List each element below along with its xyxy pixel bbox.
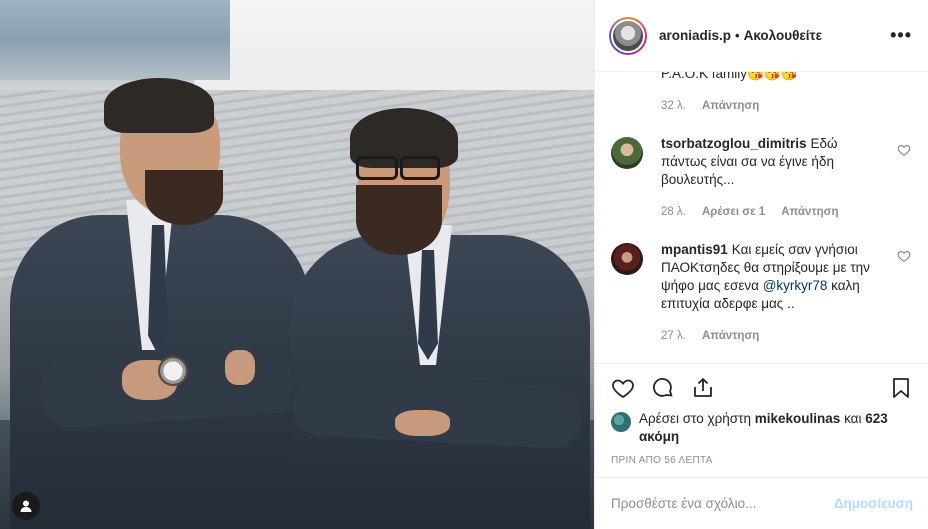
comments-list[interactable]: P.A.O.K family😘😘😘 32 λ. Απάντηση tsorbat…: [595, 72, 928, 364]
comment-time: 32 λ.: [661, 100, 686, 112]
mention-link[interactable]: @kyrkyr78: [763, 278, 828, 293]
likes-prefix: Αρέσει στο χρήστη: [639, 411, 751, 426]
post-timestamp[interactable]: ΠΡΙΝ ΑΠΟ 56 ΛΕΠΤΑ: [611, 455, 713, 466]
comment-meta: 32 λ. Απάντηση: [661, 100, 759, 112]
share-icon[interactable]: [691, 376, 715, 400]
likes-middle: και: [844, 411, 862, 426]
commenter-avatar[interactable]: [611, 243, 643, 275]
header-separator: •: [735, 28, 740, 43]
commenter-username[interactable]: mpantis91: [661, 242, 728, 257]
liker-avatar[interactable]: [611, 412, 631, 432]
heart-icon[interactable]: [611, 376, 635, 400]
like-comment-heart-icon[interactable]: [897, 143, 911, 157]
comment-meta: 27 λ. Απάντηση: [661, 330, 759, 342]
add-comment-bar: Προσθέστε ένα σχόλιο... Δημοσίευση: [595, 477, 928, 529]
comment-likes-button[interactable]: Αρέσει σε 1: [702, 206, 765, 218]
post-header: aroniadis.p • Ακολουθείτε •••: [595, 0, 928, 72]
comment-time: 28 λ.: [661, 206, 686, 218]
left-person: [0, 0, 320, 529]
wrist-watch: [158, 356, 188, 386]
bookmark-icon[interactable]: [889, 376, 913, 400]
user-icon: [20, 500, 32, 512]
post-actions: [595, 364, 928, 412]
reply-button[interactable]: Απάντηση: [702, 100, 759, 112]
header-username[interactable]: aroniadis.p: [659, 28, 731, 43]
comment-icon[interactable]: [651, 376, 675, 400]
comment-input[interactable]: Προσθέστε ένα σχόλιο...: [611, 496, 834, 511]
post-photo[interactable]: [0, 0, 594, 529]
comment-item: mpantis91 Και εμείς σαν γνήσιοι ΠΑΟΚτσηδε…: [611, 242, 911, 343]
right-person: [280, 0, 594, 529]
tagged-users-button[interactable]: [12, 492, 40, 520]
reply-button[interactable]: Απάντηση: [781, 206, 838, 218]
post-comment-button[interactable]: Δημοσίευση: [834, 496, 913, 511]
like-comment-heart-icon[interactable]: [897, 249, 911, 263]
reply-button[interactable]: Απάντηση: [702, 330, 759, 342]
commenter-username[interactable]: tsorbatzoglou_dimitris: [661, 136, 807, 151]
comment-fragment-text: P.A.O.K family😘😘😘: [661, 72, 798, 81]
profile-avatar[interactable]: [609, 16, 647, 55]
post-sidebar: aroniadis.p • Ακολουθείτε ••• P.A.O.K fa…: [594, 0, 928, 529]
likes-summary: Αρέσει στο χρήστη mikekoulinas και 623 α…: [611, 410, 911, 446]
comment-meta: 28 λ. Αρέσει σε 1 Απάντηση: [661, 206, 839, 218]
eyeglasses: [356, 156, 398, 180]
comment-time: 27 λ.: [661, 330, 686, 342]
eyeglasses: [400, 156, 440, 180]
follow-status-button[interactable]: Ακολουθείτε: [744, 28, 822, 43]
liker-username[interactable]: mikekoulinas: [755, 411, 841, 426]
commenter-avatar[interactable]: [611, 137, 643, 169]
more-options-icon[interactable]: •••: [890, 25, 912, 46]
